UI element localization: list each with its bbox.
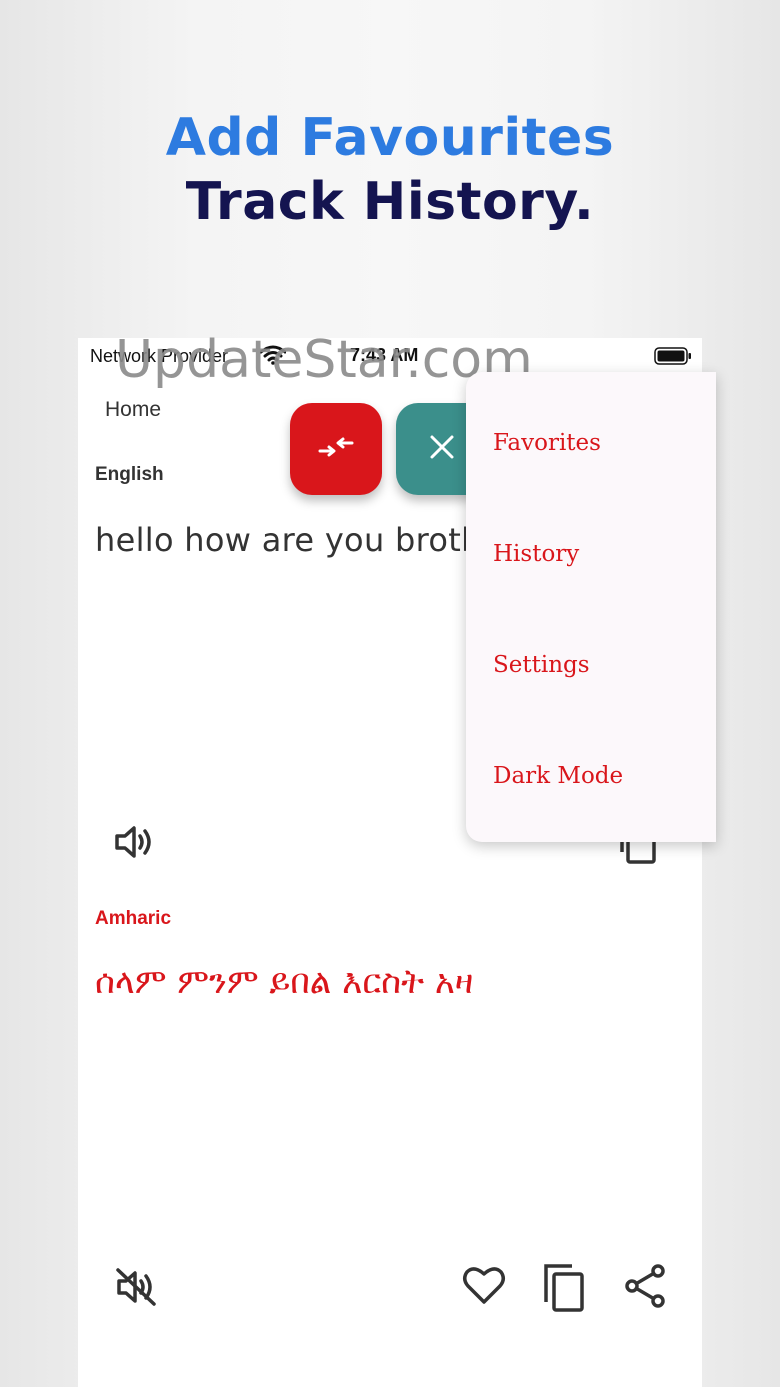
battery-icon [654,347,692,369]
page-title: Home [105,398,162,421]
menu-item-favorites[interactable]: Favorites [493,430,601,456]
swap-languages-button[interactable] [290,403,382,495]
close-icon [429,434,455,464]
mute-icon[interactable] [114,1266,158,1312]
copy-icon[interactable] [542,1262,588,1318]
target-language-label[interactable]: Amharic [95,908,171,930]
overflow-menu: Favorites History Settings Dark Mode [466,372,716,842]
share-icon[interactable] [624,1264,666,1312]
heart-icon[interactable] [462,1264,506,1310]
menu-item-history[interactable]: History [493,541,579,567]
menu-item-settings[interactable]: Settings [493,652,590,678]
speaker-icon[interactable] [114,822,156,866]
menu-item-dark-mode[interactable]: Dark Mode [493,763,623,789]
translated-text: ሰላም ምንም ይበል እርስት አዛ [95,962,474,1002]
source-text-input[interactable]: hello how are you broth [95,521,482,559]
headline-line-1: Add Favourites [165,108,615,168]
headline-line-2: Track History. [185,172,595,232]
swap-arrows-icon [316,432,356,466]
source-language-label[interactable]: English [95,464,164,486]
